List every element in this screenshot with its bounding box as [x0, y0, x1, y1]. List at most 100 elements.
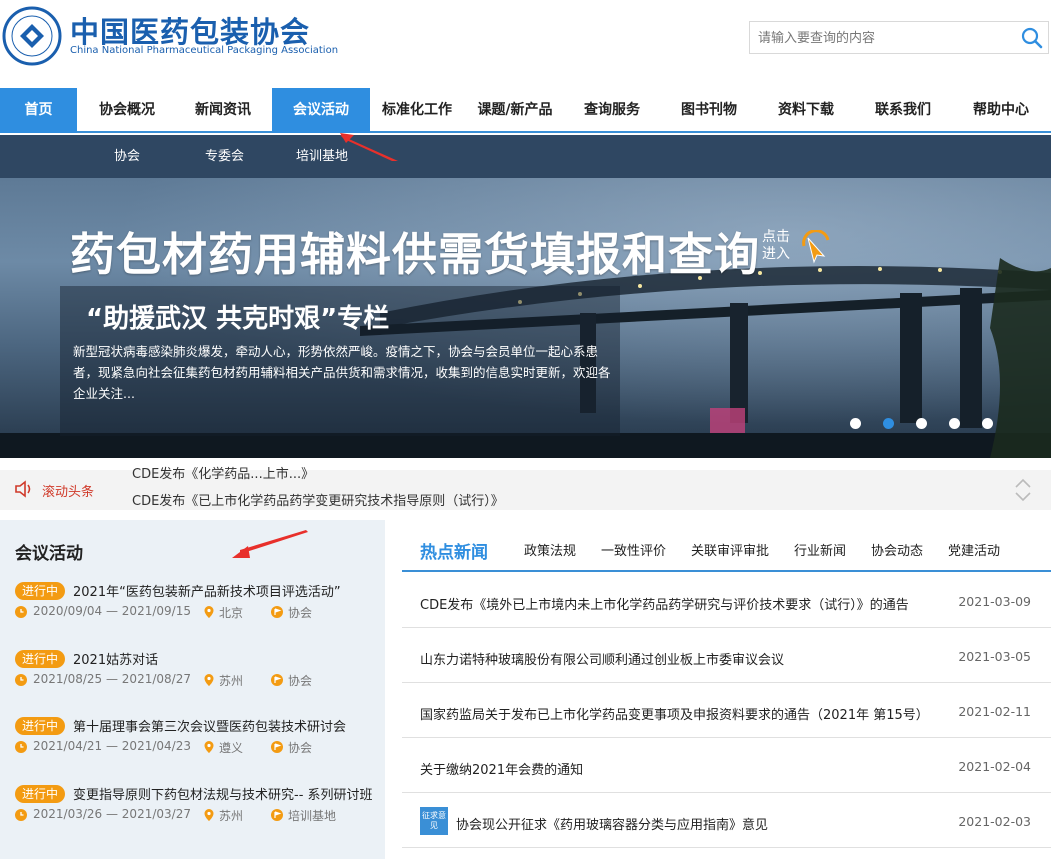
news-row[interactable]: CDE发布《境外已上市境内未上市化学药品药学研究与评价技术要求（试行）》的通告 …	[402, 573, 1051, 628]
news-title[interactable]: 协会现公开征求《药用玻璃容器分类与应用指南》意见	[456, 814, 768, 833]
clock-icon	[15, 809, 27, 821]
location-pin-icon	[204, 741, 214, 753]
organizer-flag-icon	[271, 606, 283, 618]
news-panel: 热点新闻 政策法规 一致性评价 关联审评审批 行业新闻 协会动态 党建活动 CD…	[402, 520, 1051, 859]
main-nav: 首页 协会概况 新闻资讯 会议活动 标准化工作 课题/新产品 查询服务 图书刊物…	[0, 88, 1051, 133]
nav-item-home[interactable]: 首页	[0, 88, 77, 133]
carousel-dot[interactable]	[916, 418, 927, 429]
location-pin-icon	[204, 809, 214, 821]
news-date: 2021-02-03	[958, 814, 1031, 829]
organizer-flag-icon	[271, 741, 283, 753]
carousel-dot[interactable]	[949, 418, 960, 429]
conference-location: 苏州	[219, 674, 244, 688]
news-row[interactable]: 征求意见 协会现公开征求《药用玻璃容器分类与应用指南》意见 2021-02-03	[402, 793, 1051, 848]
ticker-headline[interactable]: CDE发布《化学药品...上市...》	[132, 463, 314, 482]
carousel-dot-active[interactable]	[883, 418, 894, 429]
nav-item-query[interactable]: 查询服务	[567, 88, 657, 133]
conference-dates: 2021/08/25 — 2021/08/27	[33, 672, 191, 686]
conference-item[interactable]: 进行中 变更指导原则下药包材法规与技术研究-- 系列研讨班 2021/03/26…	[15, 783, 380, 833]
news-date: 2021-03-09	[958, 594, 1031, 609]
ticker-headline[interactable]: CDE发布《已上市化学药品药学变更研究技术指导原则（试行）》	[132, 490, 504, 509]
news-date: 2021-02-04	[958, 759, 1031, 774]
conference-item[interactable]: 进行中 2021年“医药包装新产品新技术项目评选活动” 2020/09/04 —…	[15, 580, 380, 630]
conference-organizer: 协会	[288, 741, 313, 755]
annotation-arrow-icon	[232, 530, 308, 558]
nav-item-downloads[interactable]: 资料下载	[761, 88, 851, 133]
ticker-up-down-icon[interactable]	[1013, 476, 1033, 504]
carousel-dot[interactable]	[982, 418, 993, 429]
speaker-icon	[15, 480, 31, 498]
search-input[interactable]	[758, 28, 1013, 48]
search-box	[749, 21, 1049, 54]
news-title[interactable]: CDE发布《境外已上市境内未上市化学药品药学研究与评价技术要求（试行）》的通告	[420, 594, 909, 613]
cursor-click-icon	[802, 230, 830, 264]
news-title[interactable]: 山东力诺特种玻璃股份有限公司顺利通过创业板上市委审议会议	[420, 649, 784, 668]
conference-item[interactable]: 进行中 第十届理事会第三次会议暨医药包装技术研讨会 2021/04/21 — 2…	[15, 715, 380, 765]
organizer-flag-icon	[271, 674, 283, 686]
tab-joint-review[interactable]: 关联审评审批	[691, 540, 769, 559]
conference-panel: 会议活动 进行中 2021年“医药包装新产品新技术项目评选活动” 2020/09…	[0, 520, 385, 859]
conference-organizer: 协会	[288, 674, 313, 688]
conference-dates: 2021/03/26 — 2021/03/27	[33, 807, 191, 821]
organizer-flag-icon	[271, 809, 283, 821]
tab-consistency[interactable]: 一致性评价	[601, 540, 666, 559]
conference-panel-title[interactable]: 会议活动	[15, 539, 83, 564]
conference-name[interactable]: 第十届理事会第三次会议暨医药包装技术研讨会	[73, 716, 346, 735]
search-icon[interactable]	[1020, 26, 1044, 50]
news-row[interactable]: 国家药监局关于发布已上市化学药品变更事项及申报资料要求的通告（2021年 第15…	[402, 683, 1051, 738]
news-date: 2021-02-11	[958, 704, 1031, 719]
location-pin-icon	[204, 606, 214, 618]
nav-item-standards[interactable]: 标准化工作	[372, 88, 462, 133]
news-date: 2021-03-05	[958, 649, 1031, 664]
conference-name[interactable]: 2021姑苏对话	[73, 649, 158, 668]
tab-association-news[interactable]: 协会动态	[871, 540, 923, 559]
campaign-title: “助援武汉 共克时艰”专栏	[86, 304, 390, 334]
nav-item-about[interactable]: 协会概况	[82, 88, 172, 133]
association-logo-icon[interactable]	[2, 6, 62, 66]
tab-policy[interactable]: 政策法规	[524, 540, 576, 559]
nav-item-help[interactable]: 帮助中心	[955, 88, 1047, 133]
status-badge: 进行中	[15, 582, 66, 600]
conference-name[interactable]: 2021年“医药包装新产品新技术项目评选活动”	[73, 581, 341, 600]
clock-icon	[15, 674, 27, 686]
conference-item[interactable]: 进行中 2021姑苏对话 2021/08/25 — 2021/08/27 苏州 …	[15, 648, 380, 698]
conference-location: 北京	[219, 606, 244, 620]
conference-name[interactable]: 变更指导原则下药包材法规与技术研究-- 系列研讨班	[73, 784, 373, 803]
status-badge: 进行中	[15, 650, 66, 668]
ticker-label: 滚动头条	[42, 485, 95, 500]
nav-item-conferences[interactable]: 会议活动	[272, 88, 370, 133]
conference-dates: 2021/04/21 — 2021/04/23	[33, 739, 191, 753]
conference-organizer: 培训基地	[288, 809, 337, 823]
annotation-arrow-icon	[340, 133, 398, 161]
site-header: 中国医药包装协会 China National Pharmaceutical P…	[0, 0, 1051, 88]
status-badge: 进行中	[15, 717, 66, 735]
conference-organizer: 协会	[288, 606, 313, 620]
nav-item-publications[interactable]: 图书刊物	[664, 88, 754, 133]
news-title[interactable]: 国家药监局关于发布已上市化学药品变更事项及申报资料要求的通告（2021年 第15…	[420, 704, 929, 723]
status-badge: 进行中	[15, 785, 66, 803]
campaign-panel[interactable]: “助援武汉 共克时艰”专栏 新型冠状病毒感染肺炎爆发，牵动人心，形势依然严峻。疫…	[60, 286, 620, 436]
conference-subnav: 协会 专委会 培训基地	[0, 135, 1051, 178]
tab-industry-news[interactable]: 行业新闻	[794, 540, 846, 559]
clock-icon	[15, 606, 27, 618]
tab-party-activities[interactable]: 党建活动	[948, 540, 1000, 559]
clock-icon	[15, 741, 27, 753]
nav-item-projects[interactable]: 课题/新产品	[467, 88, 563, 133]
banner-title[interactable]: 药包材药用辅料供需货填报和查询	[70, 218, 760, 283]
news-title[interactable]: 关于缴纳2021年会费的通知	[420, 759, 583, 778]
hero-banner[interactable]: 药包材药用辅料供需货填报和查询 点击进入 “助援武汉 共克时艰”专栏 新型冠状病…	[0, 178, 1051, 458]
site-title-english: China National Pharmaceutical Packaging …	[70, 45, 339, 56]
news-row[interactable]: 山东力诺特种玻璃股份有限公司顺利通过创业板上市委审议会议 2021-03-05	[402, 628, 1051, 683]
conference-dates: 2020/09/04 — 2021/09/15	[33, 604, 191, 618]
nav-item-news[interactable]: 新闻资讯	[178, 88, 268, 133]
banner-enter-link[interactable]: 点击进入	[762, 229, 802, 263]
comment-request-tag: 征求意见	[420, 807, 448, 835]
subnav-item-association[interactable]: 协会	[114, 135, 140, 178]
carousel-dot[interactable]	[850, 418, 861, 429]
headline-ticker: 滚动头条 CDE发布《化学药品...上市...》 CDE发布《已上市化学药品药学…	[0, 467, 1051, 510]
nav-item-contact[interactable]: 联系我们	[858, 88, 948, 133]
tab-hot-news[interactable]: 热点新闻	[420, 538, 488, 563]
news-row[interactable]: 关于缴纳2021年会费的通知 2021-02-04	[402, 738, 1051, 793]
conference-location: 苏州	[219, 809, 244, 823]
subnav-item-committee[interactable]: 专委会	[205, 135, 244, 178]
